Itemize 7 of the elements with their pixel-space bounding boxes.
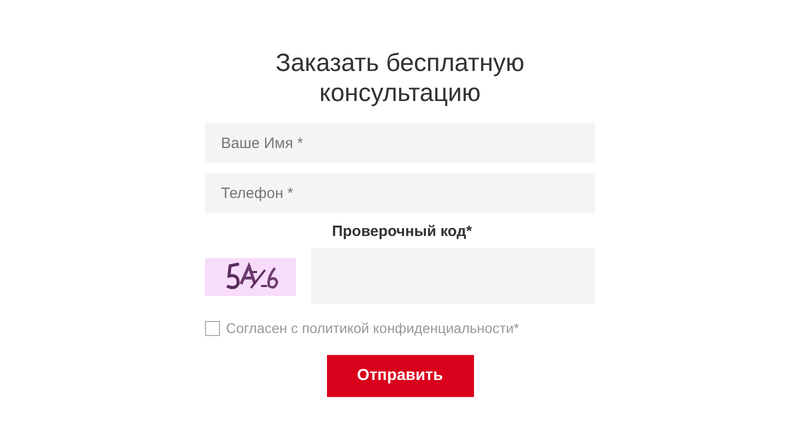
- captcha-label: Проверочный код*: [330, 222, 472, 242]
- submit-button[interactable]: Отправить: [326, 355, 474, 397]
- text-input-field[interactable]: Ваше Имя *: [205, 123, 595, 163]
- consent-checkbox[interactable]: [205, 321, 220, 336]
- text-input-field[interactable]: Телефон *: [205, 173, 595, 213]
- consent-label: Согласен с политикой конфиденциальности*: [226, 319, 520, 338]
- form-title: Заказать бесплатную консультацию: [274, 48, 526, 108]
